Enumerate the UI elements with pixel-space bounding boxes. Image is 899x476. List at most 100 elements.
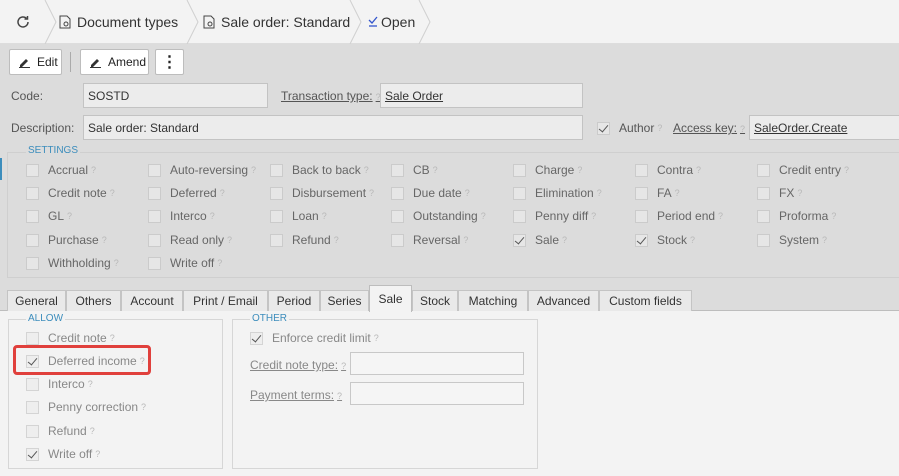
setting-checkbox[interactable]: Write off? (148, 256, 222, 270)
tab-account[interactable]: Account (121, 290, 183, 311)
checkbox-unchecked-icon (757, 233, 770, 247)
code-field[interactable]: SOSTD (83, 83, 268, 108)
setting-checkbox[interactable]: Penny diff? (513, 209, 596, 223)
credit-note-type-field[interactable] (350, 352, 524, 375)
checkbox-unchecked-icon (391, 209, 404, 223)
checkbox-unchecked-icon (26, 331, 39, 345)
breadcrumb-open[interactable]: Open (368, 0, 415, 44)
allow-checkbox[interactable]: Penny correction? (26, 400, 146, 414)
other-legend: OTHER (250, 313, 289, 324)
checkbox-unchecked-icon (148, 233, 161, 247)
tab-advanced[interactable]: Advanced (528, 290, 599, 311)
access-key-label[interactable]: Access key:? (673, 121, 745, 135)
setting-checkbox[interactable]: Disbursement? (270, 186, 374, 200)
allow-checkbox[interactable]: Credit note? (26, 331, 115, 345)
setting-checkbox[interactable]: Purchase? (26, 233, 107, 247)
setting-checkbox[interactable]: Interco? (148, 209, 215, 223)
setting-checkbox[interactable]: Back to back? (270, 163, 369, 177)
help-icon: ? (657, 123, 663, 133)
tab-others[interactable]: Others (66, 290, 121, 311)
setting-label: Back to back (292, 163, 361, 177)
help-icon: ? (562, 235, 568, 245)
setting-checkbox[interactable]: Withholding? (26, 256, 119, 270)
setting-checkbox[interactable]: FX? (757, 186, 802, 200)
sale-tab-content: ALLOW Credit note? Deferred income? Interc… (0, 311, 899, 476)
payment-terms-label[interactable]: Payment terms:? (250, 388, 342, 402)
help-icon: ? (674, 188, 680, 198)
checkbox-unchecked-icon (635, 163, 648, 177)
setting-checkbox[interactable]: Proforma? (757, 209, 836, 223)
setting-checkbox[interactable]: Sale? (513, 233, 567, 247)
tab-period[interactable]: Period (268, 290, 320, 311)
setting-checkbox[interactable]: GL? (26, 209, 72, 223)
checkbox-unchecked-icon (270, 209, 283, 223)
tab-general[interactable]: General (7, 290, 66, 311)
transaction-type-label[interactable]: Transaction type:? (281, 89, 381, 103)
access-key-field[interactable]: SaleOrder.Create (749, 115, 899, 140)
transaction-type-field[interactable]: Sale Order (380, 83, 583, 108)
setting-checkbox[interactable]: Period end? (635, 209, 723, 223)
allow-checkbox[interactable]: Interco? (26, 377, 93, 391)
setting-label: Auto-reversing (170, 163, 249, 177)
setting-label: Interco (170, 209, 207, 223)
setting-checkbox[interactable]: Charge? (513, 163, 582, 177)
tab-matching[interactable]: Matching (458, 290, 528, 311)
setting-checkbox[interactable]: Refund? (270, 233, 339, 247)
setting-checkbox[interactable]: Loan? (270, 209, 327, 223)
help-icon: ? (822, 235, 828, 245)
amend-button[interactable]: Amend (80, 49, 149, 75)
more-options-button[interactable]: ⋮ (155, 49, 184, 75)
description-field[interactable]: Sale order: Standard (83, 115, 583, 140)
breadcrumb-document-types[interactable]: Document types (59, 0, 178, 44)
code-label: Code: (11, 89, 44, 103)
focus-indicator (0, 158, 2, 180)
setting-label: Reversal (413, 233, 461, 247)
setting-checkbox[interactable]: CB? (391, 163, 438, 177)
setting-label: Penny diff (535, 209, 589, 223)
setting-checkbox[interactable]: Credit entry? (757, 163, 849, 177)
setting-checkbox[interactable]: Read only? (148, 233, 232, 247)
checkbox-unchecked-icon (26, 209, 39, 223)
checkbox-checked-icon (513, 233, 526, 247)
help-icon: ? (690, 235, 696, 245)
breadcrumb-label: Sale order: Standard (221, 14, 351, 30)
help-icon: ? (251, 165, 257, 175)
setting-checkbox[interactable]: Accrual? (26, 163, 96, 177)
author-label: Author (619, 121, 655, 135)
tab-series[interactable]: Series (320, 290, 369, 311)
setting-checkbox[interactable]: Credit note? (26, 186, 115, 200)
tab-stock[interactable]: Stock (412, 290, 458, 311)
setting-label: Stock (657, 233, 688, 247)
edit-button[interactable]: Edit (9, 49, 62, 75)
help-icon: ? (89, 426, 95, 436)
breadcrumb-sale-order[interactable]: Sale order: Standard (203, 0, 350, 44)
refresh-icon[interactable] (0, 0, 46, 44)
setting-label: Due date (413, 186, 462, 200)
setting-checkbox[interactable]: Auto-reversing? (148, 163, 256, 177)
author-checkbox[interactable]: Author? (597, 121, 662, 135)
setting-checkbox[interactable]: Elimination? (513, 186, 602, 200)
setting-label: Charge (535, 163, 575, 177)
allow-checkbox[interactable]: Write off? (26, 447, 100, 461)
checkbox-unchecked-icon (148, 209, 161, 223)
setting-checkbox[interactable]: Contra? (635, 163, 701, 177)
tab-sale[interactable]: Sale (369, 285, 412, 312)
checkbox-unchecked-icon (635, 209, 648, 223)
help-icon: ? (227, 235, 233, 245)
breadcrumb-label: Document types (77, 14, 179, 30)
edit-label: Edit (37, 55, 58, 69)
help-icon: ? (369, 188, 375, 198)
enforce-credit-limit-checkbox[interactable]: Enforce credit limit? (250, 331, 379, 345)
tab-custom-fields[interactable]: Custom fields (599, 290, 692, 311)
tab-print-email[interactable]: Print / Email (183, 290, 268, 311)
setting-checkbox[interactable]: FA? (635, 186, 680, 200)
credit-note-type-label[interactable]: Credit note type:? (250, 358, 346, 372)
setting-checkbox[interactable]: Deferred? (148, 186, 225, 200)
setting-checkbox[interactable]: Reversal? (391, 233, 468, 247)
setting-checkbox[interactable]: System? (757, 233, 827, 247)
setting-checkbox[interactable]: Due date? (391, 186, 470, 200)
allow-checkbox[interactable]: Refund? (26, 424, 95, 438)
setting-checkbox[interactable]: Outstanding? (391, 209, 486, 223)
payment-terms-field[interactable] (350, 382, 524, 405)
setting-checkbox[interactable]: Stock? (635, 233, 695, 247)
